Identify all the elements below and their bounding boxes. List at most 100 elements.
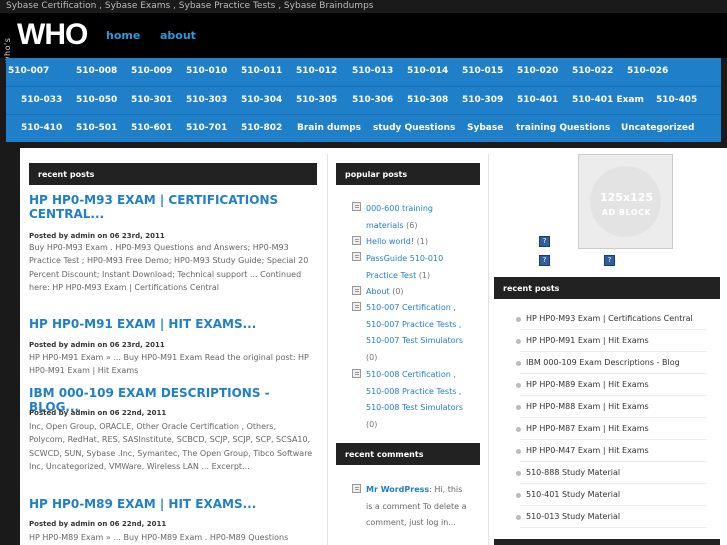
list-bullet-icon: [516, 339, 521, 344]
divider: [520, 395, 707, 396]
divider: [520, 461, 707, 462]
post-meta: Posted by admin on 06 22nd, 2011: [29, 520, 167, 528]
popular-item-link[interactable]: 000-600 training: [366, 204, 433, 213]
popular-posts-heading: popular posts: [336, 163, 480, 185]
popular-item: PassGuide 510-010 Practice Test (1): [366, 251, 506, 284]
sidebar-recent-link[interactable]: 510-401 Study Material: [526, 490, 620, 499]
category-link[interactable]: 510-007: [8, 66, 49, 76]
column-divider: [488, 154, 489, 545]
category-link[interactable]: 510-022: [572, 66, 613, 76]
popular-item-link[interactable]: About: [366, 287, 390, 296]
list-bullet-icon: [516, 471, 521, 476]
category-link[interactable]: 510-033: [21, 95, 62, 105]
category-link[interactable]: 510-015: [462, 66, 503, 76]
recent-comment: Mr WordPress: Hi, this is a comment To d…: [366, 482, 506, 532]
category-link[interactable]: 510-050: [76, 95, 117, 105]
list-bullet-icon: [516, 515, 521, 520]
list-bullet-icon: [516, 405, 521, 410]
post-title-link[interactable]: HP HP0-M93 EXAM | CERTIFICATIONS CENTRAL…: [29, 193, 319, 221]
category-link[interactable]: 510-304: [241, 95, 282, 105]
category-link[interactable]: 510-303: [186, 95, 227, 105]
post-meta: Posted by admin on 06 23rd, 2011: [29, 232, 165, 240]
category-link[interactable]: 510-012: [296, 66, 337, 76]
category-link[interactable]: 510-026: [627, 66, 668, 76]
category-link[interactable]: 510-011: [241, 66, 282, 76]
category-link[interactable]: 510-405: [656, 95, 697, 105]
category-row-2: 510-033 510-050 510-301 510-303 510-304 …: [6, 86, 721, 114]
category-link[interactable]: training Questions: [516, 123, 610, 133]
recent-posts-heading: recent posts: [29, 163, 317, 185]
category-link[interactable]: 510-013: [352, 66, 393, 76]
sidebar-recent-link[interactable]: IBM 000-109 Exam Descriptions - Blog: [526, 358, 680, 367]
sidebar-recent-link[interactable]: HP HP0-M89 Exam | Hit Exams: [526, 380, 649, 389]
category-link[interactable]: 510-701: [186, 123, 227, 133]
category-row-3: 510-410 510-501 510-601 510-701 510-802 …: [6, 114, 721, 142]
broken-image-icon[interactable]: ?: [539, 255, 550, 266]
category-link[interactable]: Brain dumps: [297, 123, 361, 133]
category-link[interactable]: study Questions: [373, 123, 455, 133]
category-link[interactable]: 510-501: [76, 123, 117, 133]
divider: [520, 483, 707, 484]
category-link[interactable]: 510-305: [296, 95, 337, 105]
popular-item-link[interactable]: 510-008 Test Simulators: [366, 403, 463, 412]
sidebar-recent-link[interactable]: 510-013 Study Material: [526, 512, 620, 521]
sidebar-recent-link[interactable]: HP HP0-M93 Exam | Certifications Central: [526, 314, 693, 323]
post-excerpt: Buy HP0-M93 Exam . HP0-M93 Questions and…: [29, 243, 309, 292]
category-link[interactable]: 510-301: [131, 95, 172, 105]
category-link[interactable]: 510-020: [517, 66, 558, 76]
sidebar-recent-link[interactable]: HP HP0-M88 Exam | Hit Exams: [526, 402, 649, 411]
category-link[interactable]: 510-010: [186, 66, 227, 76]
popular-item-link[interactable]: 510-008 Practice Tests ,: [366, 387, 461, 396]
category-link[interactable]: Uncategorized: [621, 123, 694, 133]
sidebar-next-heading: [494, 539, 720, 545]
post-excerpt: HP HP0-M89 Exam » ... Buy HP0-M89 Exam .…: [29, 533, 289, 542]
post-title-link[interactable]: HP HP0-M91 EXAM | HIT EXAMS...: [29, 317, 319, 331]
sidebar-recent-link[interactable]: HP HP0-M47 Exam | Hit Exams: [526, 446, 649, 455]
post-icon: [352, 202, 361, 211]
list-bullet-icon: [516, 317, 521, 322]
category-link[interactable]: 510-401 Exam: [572, 95, 644, 105]
comment-author-link[interactable]: Mr WordPress: [366, 485, 429, 494]
popular-item-link[interactable]: 510-008 Certification ,: [366, 370, 456, 379]
category-bar: 510-007 510-008 510-009 510-010 510-011 …: [6, 58, 721, 142]
category-link[interactable]: 510-802: [241, 123, 282, 133]
site-header: who's WHO home about: [0, 13, 727, 63]
nav-home-link[interactable]: home: [106, 29, 140, 42]
sidebar-recent-link[interactable]: HP HP0-M91 Exam | Hit Exams: [526, 336, 649, 345]
post-icon: [352, 369, 361, 378]
popular-item-link[interactable]: 510-007 Certification ,: [366, 303, 456, 312]
category-link[interactable]: 510-601: [131, 123, 172, 133]
category-row-1: 510-007 510-008 510-009 510-010 510-011 …: [6, 58, 721, 86]
category-link[interactable]: 510-008: [76, 66, 117, 76]
popular-item: Hello world! (1): [366, 234, 506, 251]
popular-item-count: (0): [366, 419, 378, 429]
category-link[interactable]: 510-401: [517, 95, 558, 105]
popular-item-link[interactable]: materials: [366, 221, 404, 230]
category-link[interactable]: 510-014: [407, 66, 448, 76]
post-title-link[interactable]: HP HP0-M89 EXAM | HIT EXAMS...: [29, 497, 319, 511]
category-link[interactable]: 510-309: [462, 95, 503, 105]
broken-image-icon[interactable]: ?: [604, 255, 615, 266]
post-icon: [352, 286, 361, 295]
category-link[interactable]: 510-306: [352, 95, 393, 105]
category-link[interactable]: 510-410: [21, 123, 62, 133]
popular-item-link[interactable]: 510-007 Test Simulators: [366, 336, 463, 345]
category-link[interactable]: 510-308: [407, 95, 448, 105]
category-link[interactable]: 510-009: [131, 66, 172, 76]
broken-image-icon[interactable]: ?: [539, 236, 550, 247]
popular-item-link[interactable]: 510-007 Practice Tests ,: [366, 320, 461, 329]
popular-item-count: (0): [366, 352, 378, 362]
ad-block[interactable]: 125x125 AD BLOCK: [578, 154, 673, 249]
comment-text: is a comment To delete a: [366, 501, 467, 511]
site-logo[interactable]: WHO: [17, 18, 88, 52]
nav-about-link[interactable]: about: [160, 29, 196, 42]
sidebar-recent-link[interactable]: 510-888 Study Material: [526, 468, 620, 477]
category-link[interactable]: Sybase: [467, 123, 503, 133]
popular-item-link[interactable]: Hello world!: [366, 237, 414, 246]
popular-item-link[interactable]: Practice Test: [366, 271, 416, 280]
popular-item-count: (6): [406, 220, 418, 230]
sidebar-recent-link[interactable]: HP HP0-M87 Exam | Hit Exams: [526, 424, 649, 433]
list-bullet-icon: [516, 427, 521, 432]
popular-item-link[interactable]: PassGuide 510-010: [366, 254, 443, 263]
divider: [520, 329, 707, 330]
